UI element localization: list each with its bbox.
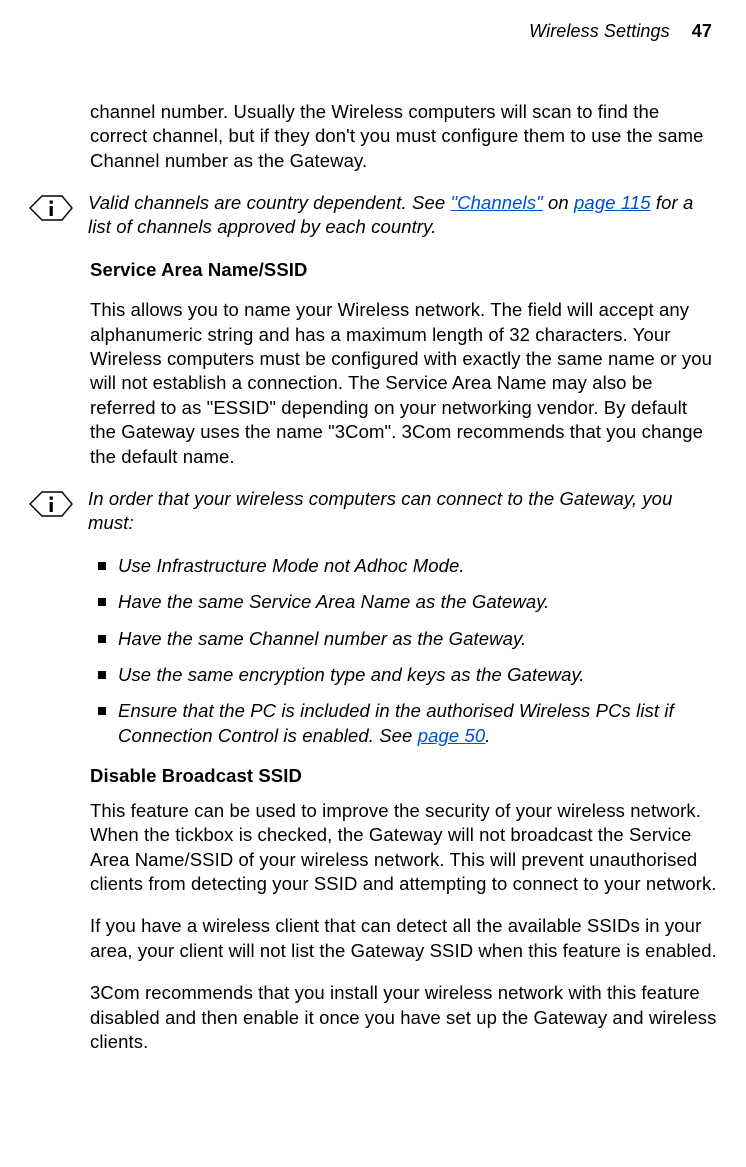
paragraph-disable-broadcast-client: If you have a wireless client that can d… xyxy=(90,914,718,963)
paragraph-ssid-desc: This allows you to name your Wireless ne… xyxy=(90,298,718,469)
page: Wireless Settings 47 channel number. Usu… xyxy=(0,0,746,1054)
requirements-block: Use Infrastructure Mode not Adhoc Mode. … xyxy=(90,554,718,1055)
link-page-115[interactable]: page 115 xyxy=(574,192,651,213)
info-note-requirements: In order that your wireless computers ca… xyxy=(28,487,718,536)
list-item: Use the same encryption type and keys as… xyxy=(90,663,718,687)
link-page-50[interactable]: page 50 xyxy=(418,725,486,746)
header-section-title: Wireless Settings xyxy=(529,20,670,44)
info-icon xyxy=(28,193,74,223)
section-ssid: Service Area Name/SSID This allows you t… xyxy=(90,258,718,469)
list-item: Ensure that the PC is included in the au… xyxy=(90,699,718,748)
info-icon xyxy=(28,489,74,519)
paragraph-disable-broadcast-desc: This feature can be used to improve the … xyxy=(90,799,718,897)
req5-post: . xyxy=(485,725,490,746)
heading-ssid: Service Area Name/SSID xyxy=(90,258,718,282)
note1-pre: Valid channels are country dependent. Se… xyxy=(88,192,450,213)
info-note-channels-text: Valid channels are country dependent. Se… xyxy=(88,191,718,240)
info-note-channels: Valid channels are country dependent. Se… xyxy=(28,191,718,240)
body-column: channel number. Usually the Wireless com… xyxy=(90,100,718,173)
header-page-number: 47 xyxy=(692,20,712,44)
heading-disable-broadcast: Disable Broadcast SSID xyxy=(90,764,718,788)
note1-mid: on xyxy=(543,192,574,213)
link-channels[interactable]: "Channels" xyxy=(450,192,542,213)
list-item: Have the same Channel number as the Gate… xyxy=(90,627,718,651)
page-header: Wireless Settings 47 xyxy=(28,20,718,44)
paragraph-disable-broadcast-recommend: 3Com recommends that you install your wi… xyxy=(90,981,718,1054)
list-item: Have the same Service Area Name as the G… xyxy=(90,590,718,614)
list-item: Use Infrastructure Mode not Adhoc Mode. xyxy=(90,554,718,578)
req5-pre: Ensure that the PC is included in the au… xyxy=(118,700,674,745)
requirements-list: Use Infrastructure Mode not Adhoc Mode. … xyxy=(90,554,718,748)
paragraph-channel-continuation: channel number. Usually the Wireless com… xyxy=(90,100,718,173)
info-note-requirements-intro: In order that your wireless computers ca… xyxy=(88,487,718,536)
